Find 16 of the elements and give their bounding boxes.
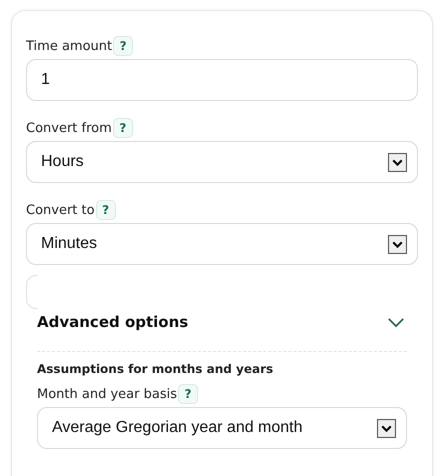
help-button[interactable]: ?	[113, 36, 134, 56]
subheading: Assumptions for months and years	[37, 362, 274, 376]
help-button[interactable]: ?	[96, 200, 116, 220]
select-field[interactable]: Minutes	[26, 223, 418, 265]
select-field[interactable]: Average Gregorian year and month	[37, 407, 407, 449]
field-label: Month and year basis	[37, 386, 177, 402]
field-label: Convert to	[26, 202, 95, 218]
select-field[interactable]: Hours	[26, 141, 418, 183]
field-label: Convert from	[26, 120, 112, 136]
help-button[interactable]: ?	[178, 384, 198, 404]
panel-edge	[26, 275, 38, 309]
section-title: Advanced options	[37, 313, 188, 331]
field-label: Time amount	[26, 38, 112, 54]
input-field[interactable]: 1	[26, 59, 418, 101]
chevron-icon[interactable]	[387, 316, 405, 328]
help-button[interactable]: ?	[112, 118, 133, 138]
